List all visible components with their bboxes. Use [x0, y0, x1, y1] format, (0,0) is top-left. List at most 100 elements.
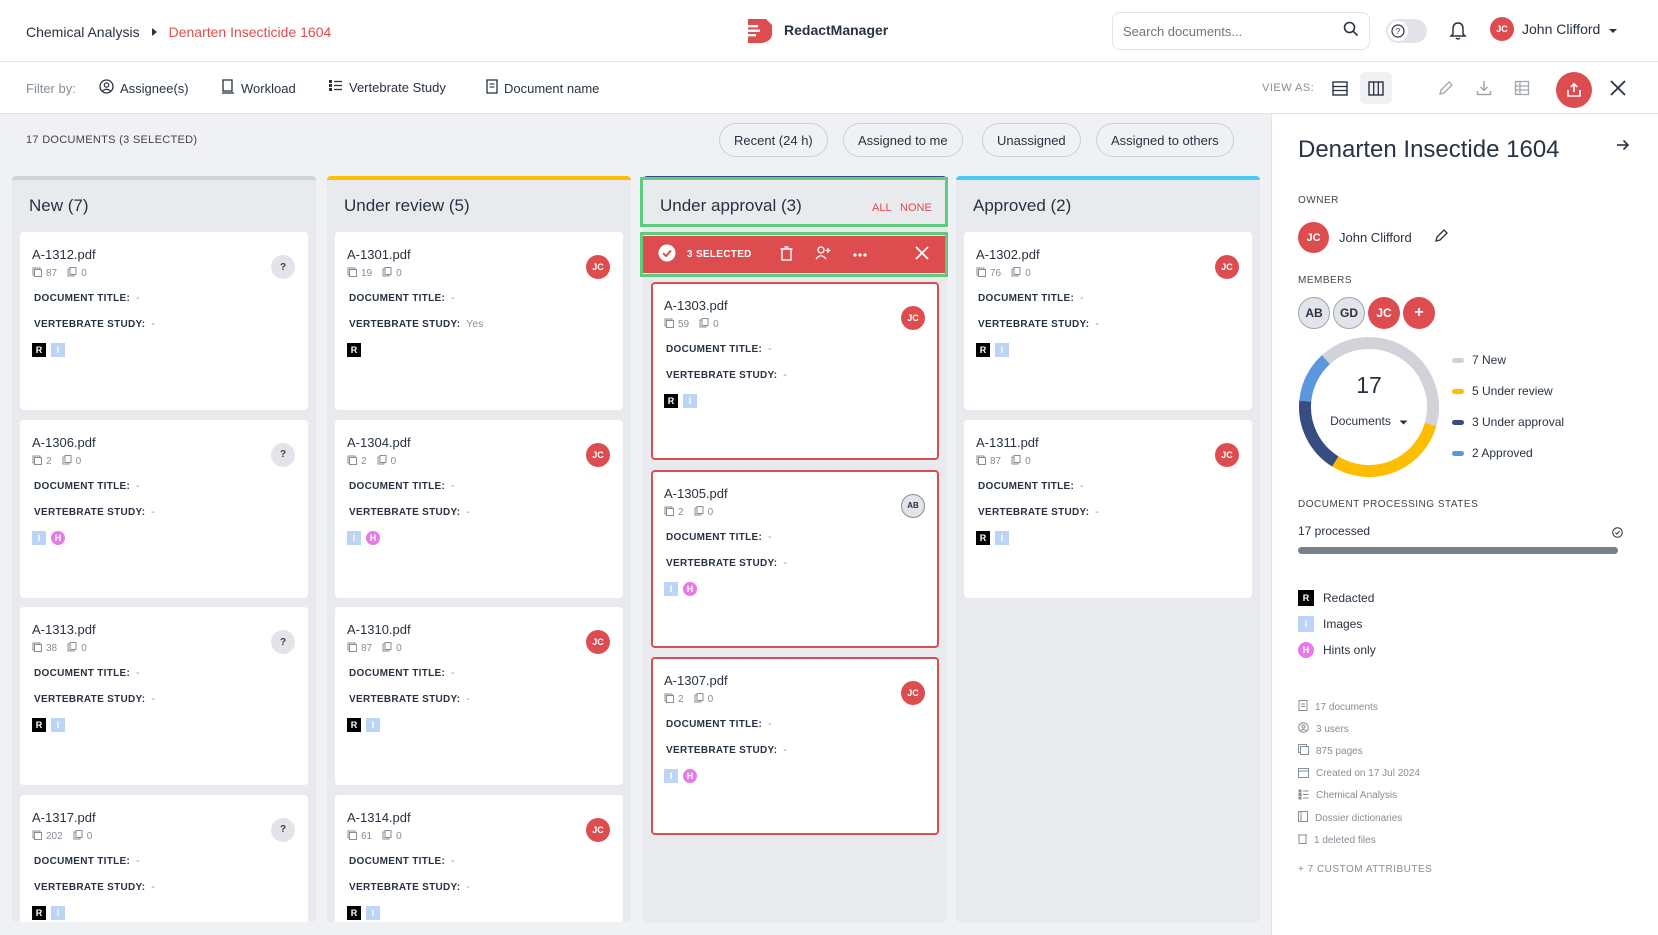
- assignee-avatar[interactable]: JC: [586, 255, 610, 279]
- help-mode-toggle[interactable]: ?: [1386, 19, 1427, 43]
- annotation-count: 0: [86, 830, 93, 842]
- donut-caption: Documents: [1330, 414, 1391, 428]
- donut-segment: [1332, 422, 1437, 477]
- edit-owner-icon[interactable]: [1434, 228, 1449, 248]
- legend-swatch: [1452, 357, 1464, 363]
- unassigned-avatar[interactable]: ?: [271, 255, 295, 279]
- document-filename[interactable]: A-1314.pdf: [347, 810, 411, 825]
- document-card[interactable]: A-1304.pdf 2 0 DOCUMENT TITLE: - VERTEBRA…: [335, 419, 623, 598]
- document-filename[interactable]: A-1306.pdf: [32, 435, 96, 450]
- document-filename[interactable]: A-1303.pdf: [664, 298, 728, 313]
- annotations-icon: [694, 505, 704, 519]
- download-icon[interactable]: [1476, 80, 1492, 96]
- document-card[interactable]: A-1317.pdf 202 0 DOCUMENT TITLE: - VERTEB…: [20, 794, 308, 922]
- document-card[interactable]: A-1307.pdf 2 0 DOCUMENT TITLE: - VERTEBRA…: [651, 657, 939, 835]
- pages-icon: [347, 455, 357, 468]
- assignee-avatar[interactable]: JC: [901, 681, 925, 705]
- dossier-info-text: 17 documents: [1315, 701, 1378, 713]
- member-avatar[interactable]: GD: [1333, 297, 1365, 329]
- dossier-info-item[interactable]: 1 deleted files: [1298, 833, 1376, 847]
- quick-filter-unassigned[interactable]: Unassigned: [982, 123, 1081, 157]
- document-filename[interactable]: A-1307.pdf: [664, 673, 728, 688]
- document-card[interactable]: A-1305.pdf 2 0 DOCUMENT TITLE: - VERTEBRA…: [651, 469, 939, 648]
- add-member-button[interactable]: +: [1403, 297, 1435, 329]
- arrow-right-icon[interactable]: [1616, 138, 1630, 156]
- document-card[interactable]: A-1303.pdf 59 0 DOCUMENT TITLE: - VERTEBR…: [651, 282, 939, 460]
- quick-filter-recent[interactable]: Recent (24 h): [719, 123, 828, 157]
- dossier-info-item[interactable]: Dossier dictionaries: [1298, 811, 1402, 825]
- donut-caption-dropdown[interactable]: Documents: [1298, 414, 1440, 428]
- assignee-avatar[interactable]: JC: [1215, 442, 1239, 467]
- board-column: Under approval (3) ALL NONE A-1303.pdf 59 …: [643, 176, 947, 922]
- unassigned-avatar[interactable]: ?: [271, 817, 295, 842]
- document-card[interactable]: A-1313.pdf 38 0 DOCUMENT TITLE: - VERTEBR…: [20, 607, 308, 785]
- search-input[interactable]: [1123, 23, 1323, 39]
- filter-assignee[interactable]: Assignee(s): [99, 79, 189, 97]
- member-avatar[interactable]: AB: [1298, 297, 1330, 329]
- pages-icon: [32, 830, 42, 843]
- notifications-bell-icon[interactable]: [1449, 21, 1467, 46]
- custom-attributes-link[interactable]: + 7 CUSTOM ATTRIBUTES: [1298, 864, 1432, 875]
- document-card[interactable]: A-1311.pdf 87 0 DOCUMENT TITLE: - VERTEBR…: [964, 419, 1252, 598]
- edit-icon[interactable]: [1438, 80, 1454, 96]
- type-label: Images: [1323, 617, 1363, 631]
- list-view-button[interactable]: [1324, 72, 1356, 104]
- processing-progress-fill: [1298, 547, 1618, 554]
- table-icon[interactable]: [1514, 80, 1530, 96]
- document-card[interactable]: A-1310.pdf 87 0 DOCUMENT TITLE: - VERTEBR…: [335, 607, 623, 785]
- redacted-badge: R: [32, 905, 46, 920]
- app-brand[interactable]: RedactManager: [744, 16, 888, 44]
- document-card[interactable]: A-1306.pdf 2 0 DOCUMENT TITLE: - VERTEBRA…: [20, 419, 308, 598]
- assignee-avatar[interactable]: JC: [586, 442, 610, 467]
- board-view-button[interactable]: [1360, 72, 1392, 104]
- quick-filter-assigned-to-me[interactable]: Assigned to me: [843, 123, 963, 157]
- annotations-icon: [377, 454, 387, 468]
- document-title-label: DOCUMENT TITLE:: [349, 480, 446, 492]
- breadcrumb-root[interactable]: Chemical Analysis: [26, 24, 140, 40]
- search-box[interactable]: [1112, 12, 1370, 50]
- document-filename[interactable]: A-1305.pdf: [664, 486, 728, 501]
- images-badge: I: [32, 530, 46, 545]
- export-button[interactable]: [1556, 72, 1592, 108]
- delete-icon[interactable]: [780, 245, 793, 264]
- breadcrumb-current[interactable]: Denarten Insecticide 1604: [169, 24, 332, 40]
- assignee-avatar[interactable]: JC: [901, 306, 925, 330]
- document-filename[interactable]: A-1302.pdf: [976, 247, 1040, 262]
- quick-filter-assigned-to-others[interactable]: Assigned to others: [1096, 123, 1234, 157]
- unassigned-avatar[interactable]: ?: [271, 630, 295, 654]
- vertebrate-study-label: VERTEBRATE STUDY:: [666, 370, 778, 381]
- filter-document-name[interactable]: Document name: [486, 79, 599, 97]
- document-title-row: DOCUMENT TITLE: -: [349, 668, 455, 679]
- check-circle-icon[interactable]: [658, 244, 676, 265]
- document-filename[interactable]: A-1317.pdf: [32, 810, 96, 825]
- page-count: 2: [678, 506, 684, 518]
- document-card[interactable]: A-1314.pdf 61 0 DOCUMENT TITLE: - VERTEBR…: [335, 794, 623, 922]
- document-card[interactable]: A-1312.pdf 87 0 DOCUMENT TITLE: - VERTEBR…: [20, 232, 308, 410]
- assignee-avatar[interactable]: AB: [901, 493, 925, 518]
- assignee-avatar[interactable]: JC: [1215, 255, 1239, 279]
- document-card[interactable]: A-1301.pdf 19 0 DOCUMENT TITLE: - VERTEBR…: [335, 232, 623, 410]
- assign-user-icon[interactable]: [815, 246, 831, 263]
- user-menu[interactable]: JC John Clifford: [1490, 17, 1618, 41]
- clear-selection-close-icon[interactable]: [915, 246, 929, 263]
- search-icon[interactable]: [1343, 21, 1359, 42]
- legend-swatch: [1452, 388, 1464, 394]
- filter-vertebrate-study[interactable]: Vertebrate Study: [328, 79, 446, 95]
- dossier-info-item[interactable]: Chemical Analysis: [1298, 789, 1397, 803]
- filter-workload[interactable]: Workload: [221, 79, 296, 97]
- close-icon[interactable]: [1609, 79, 1627, 97]
- document-filename[interactable]: A-1312.pdf: [32, 247, 96, 262]
- images-badge: I: [51, 718, 65, 732]
- assignee-avatar[interactable]: JC: [586, 817, 610, 842]
- document-filename[interactable]: A-1304.pdf: [347, 435, 411, 450]
- document-filename[interactable]: A-1311.pdf: [976, 435, 1039, 450]
- assignee-avatar[interactable]: JC: [586, 630, 610, 654]
- document-filename[interactable]: A-1301.pdf: [347, 247, 411, 262]
- dossier-info-text: 3 users: [1316, 723, 1349, 735]
- document-card[interactable]: A-1302.pdf 76 0 DOCUMENT TITLE: - VERTEBR…: [964, 232, 1252, 410]
- document-filename[interactable]: A-1310.pdf: [347, 622, 411, 637]
- document-filename[interactable]: A-1313.pdf: [32, 622, 96, 637]
- member-avatar[interactable]: JC: [1368, 297, 1400, 329]
- more-options-icon[interactable]: [853, 249, 867, 260]
- unassigned-avatar[interactable]: ?: [271, 442, 295, 467]
